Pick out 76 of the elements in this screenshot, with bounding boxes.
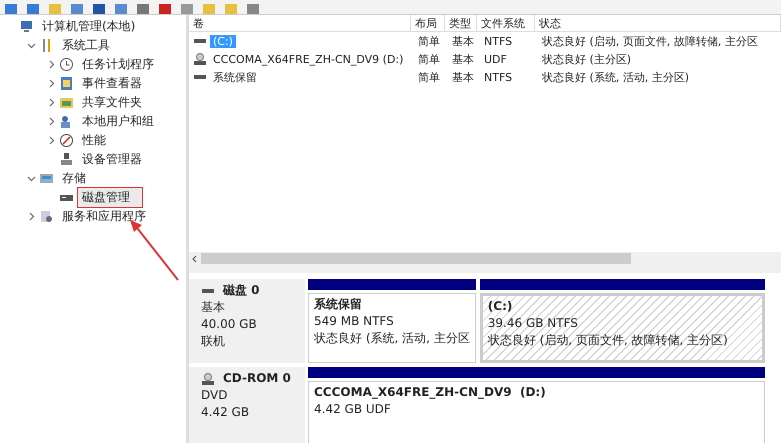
tree-item[interactable]: 计算机管理(本地) [37,16,140,37]
computer-icon [19,19,34,34]
tree-item[interactable]: 本地用户和组 [77,111,159,132]
table-cell[interactable]: CCCOMA_X64FRE_ZH-CN_DV9 (D:) [210,52,406,66]
toolbar-icon[interactable] [114,4,128,14]
partition-detail: 4.42 GB UDF [314,401,392,418]
partition-block[interactable]: 系统保留 549 MB NTFS 状态良好 (系统, 活动, 主分区 [308,293,476,363]
table-cell-text: 简单 [417,52,441,66]
disk-info-panel[interactable]: 磁盘 0 基本 40.00 GB 联机 [189,279,305,363]
toolbar-icon[interactable] [136,4,150,14]
annotation-arrow [128,220,180,282]
table-cell-text: 基本 [451,52,475,66]
collapsed-chevron-icon[interactable] [47,136,56,145]
disk-info-panel[interactable]: CD-ROM 0 DVD 4.42 GB [189,367,305,443]
storage-icon [39,171,54,186]
cd-drive-icon [193,53,207,65]
table-cell-text: 基本 [451,70,475,84]
tree-item[interactable]: 性能 [77,130,111,151]
collapsed-chevron-icon[interactable] [47,79,56,88]
partition-name: CCCOMA_X64FRE_ZH-CN_DV9 (D:) [314,384,547,401]
partition-block[interactable]: CCCOMA_X64FRE_ZH-CN_DV9 (D:) 4.42 GB UDF [308,381,765,443]
column-header[interactable]: 布局 [411,15,445,32]
table-cell-text: 状态良好 (启动, 页面文件, 故障转储, 主分区 [541,34,759,48]
table-cell-text: NTFS [483,34,514,48]
tree-item[interactable]: 设备管理器 [77,149,147,170]
tree-item[interactable]: 磁盘管理 [77,187,143,208]
toolbar-icon[interactable] [246,4,260,14]
table-cell-text: 状态良好 (主分区) [541,52,632,66]
collapsed-chevron-icon[interactable] [27,212,36,221]
collapsed-chevron-icon[interactable] [47,117,56,126]
toolbar-icon[interactable] [4,4,18,14]
table-cell-text: NTFS [483,70,514,84]
table-cell-text: 基本 [451,34,475,48]
partition-detail: 39.46 GB NTFS [488,315,579,332]
table-cell-text: 状态良好 (系统, 活动, 主分区) [541,70,690,84]
horizontal-scrollbar[interactable] [189,252,781,265]
tree-item[interactable]: 共享文件夹 [77,92,147,113]
column-header[interactable]: 文件系统 [477,15,535,32]
partition-detail: 549 MB NTFS [314,313,395,330]
log-icon [59,76,74,91]
table-cell-text: UDF [483,52,508,66]
column-header[interactable]: 状态 [535,15,781,32]
column-header[interactable]: 类型 [445,15,477,32]
tree-item[interactable]: 存储 [57,168,91,189]
disk-name: 磁盘 0 [223,282,260,299]
device-icon [59,152,74,167]
tree-item[interactable]: 任务计划程序 [77,54,159,75]
share-icon [59,95,74,110]
disk-name: CD-ROM 0 [223,370,291,387]
disk-detail: 4.42 GB [201,404,250,421]
partition-name: (C:) [488,298,514,315]
tree-item[interactable]: 系统工具 [57,35,115,56]
partition-detail: 状态良好 (系统, 活动, 主分区 [314,330,470,347]
collapsed-chevron-icon[interactable] [47,98,56,107]
disk-detail: 40.00 GB [201,316,258,333]
partition-block[interactable]: (C:) 39.46 GB NTFS 状态良好 (启动, 页面文件, 故障转储, 主分区) [480,293,765,363]
partition-detail: 状态良好 (启动, 页面文件, 故障转储, 主分区) [488,332,729,349]
partition-name: 系统保留 [314,296,363,313]
cd-drive-icon [201,372,215,384]
disk-detail: 基本 [201,299,226,316]
tree-item[interactable]: 事件查看器 [77,73,147,94]
toolbar-icon[interactable] [92,4,106,14]
table-cell[interactable]: 系统保留 [210,70,260,84]
toolbar-icon[interactable] [158,4,172,14]
expanded-chevron-icon[interactable] [27,41,36,50]
disk-detail: 联机 [201,333,226,350]
table-cell-text: 简单 [417,34,441,48]
expanded-chevron-icon[interactable] [27,174,36,183]
table-cell-text: 简单 [417,70,441,84]
clock-icon [59,57,74,72]
collapsed-chevron-icon[interactable] [47,60,56,69]
tree-item[interactable]: 服务和应用程序 [57,206,151,227]
disk-detail: DVD [201,387,228,404]
column-header[interactable]: 卷 [189,15,411,32]
toolbar-icon[interactable] [70,4,84,14]
toolbar-icon[interactable] [26,4,40,14]
